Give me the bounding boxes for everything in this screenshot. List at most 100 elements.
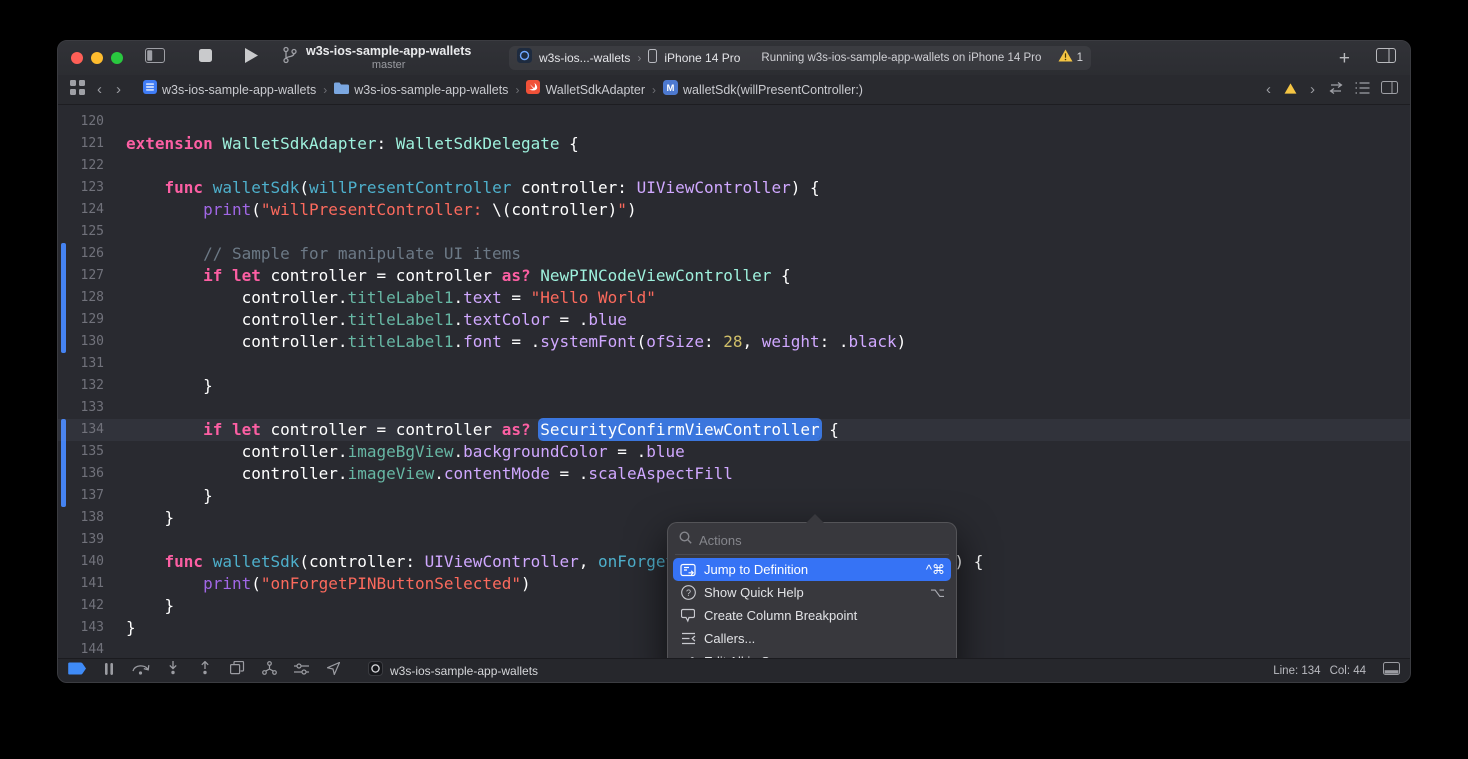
breakpoints-toggle-button[interactable] bbox=[67, 662, 86, 680]
line-number[interactable]: 137 bbox=[58, 485, 104, 507]
zoom-window-button[interactable] bbox=[111, 52, 123, 64]
line-number[interactable]: 124 bbox=[58, 199, 104, 221]
line-number[interactable]: 132 bbox=[58, 375, 104, 397]
minimize-window-button[interactable] bbox=[91, 52, 103, 64]
code-line[interactable]: 122 bbox=[58, 155, 1410, 177]
line-number[interactable]: 143 bbox=[58, 617, 104, 639]
menu-item-jump-to-definition[interactable]: Jump to Definition ^⌘ bbox=[673, 558, 951, 581]
code-line[interactable]: 126 // Sample for manipulate UI items bbox=[58, 243, 1410, 265]
stop-button[interactable] bbox=[199, 49, 212, 67]
code-line[interactable]: 130 controller.titleLabel1.font = .syste… bbox=[58, 331, 1410, 353]
line-number[interactable]: 138 bbox=[58, 507, 104, 529]
add-editor-tab-button[interactable]: + bbox=[1339, 49, 1350, 68]
column-indicator: Col: 44 bbox=[1329, 664, 1366, 677]
swift-file-icon bbox=[526, 80, 541, 99]
editor-layout-button[interactable] bbox=[1376, 48, 1396, 68]
warning-badge[interactable]: 1 bbox=[1058, 49, 1083, 67]
line-number[interactable]: 125 bbox=[58, 221, 104, 243]
code-line[interactable]: 133 bbox=[58, 397, 1410, 419]
selected-token[interactable]: SecurityConfirmViewController bbox=[540, 420, 820, 439]
adjust-editor-icon[interactable] bbox=[1355, 81, 1370, 99]
scheme-selector[interactable]: w3s-ios...-wallets bbox=[539, 51, 630, 65]
line-number[interactable]: 129 bbox=[58, 309, 104, 331]
menu-item-edit-all-in-scope[interactable]: Edit All in Scope bbox=[673, 650, 951, 658]
menu-item-show-quick-help[interactable]: ? Show Quick Help ⌥ bbox=[673, 581, 951, 604]
code-line[interactable]: 134 if let controller = controller as? S… bbox=[58, 419, 1410, 441]
code-line[interactable]: 128 controller.titleLabel1.text = "Hello… bbox=[58, 287, 1410, 309]
debug-view-hierarchy-button[interactable] bbox=[228, 660, 246, 680]
code-line[interactable]: 125 bbox=[58, 221, 1410, 243]
code-line[interactable]: 123 func walletSdk(willPresentController… bbox=[58, 177, 1410, 199]
line-number[interactable]: 144 bbox=[58, 639, 104, 658]
code-token: backgroundColor bbox=[463, 442, 608, 461]
code-token: print bbox=[203, 200, 252, 219]
toggle-debug-area-button[interactable] bbox=[1382, 661, 1400, 680]
environment-overrides-button[interactable] bbox=[292, 662, 310, 680]
simulate-location-button[interactable] bbox=[324, 660, 342, 680]
memory-graph-button[interactable] bbox=[260, 661, 278, 680]
menu-item-callers[interactable]: Callers... bbox=[673, 627, 951, 650]
method-icon: M bbox=[663, 79, 679, 100]
line-number[interactable]: 130 bbox=[58, 331, 104, 353]
toggle-navigator-button[interactable] bbox=[145, 48, 165, 68]
line-number[interactable]: 121 bbox=[58, 133, 104, 155]
memory-graph-icon bbox=[261, 661, 277, 680]
breadcrumb-item-group[interactable]: w3s-ios-sample-app-wallets bbox=[334, 81, 508, 99]
close-window-button[interactable] bbox=[71, 52, 83, 64]
code-review-icon[interactable] bbox=[1328, 81, 1344, 99]
line-number[interactable]: 135 bbox=[58, 441, 104, 463]
code-line[interactable]: 136 controller.imageView.contentMode = .… bbox=[58, 463, 1410, 485]
line-number[interactable]: 142 bbox=[58, 595, 104, 617]
code-token: " bbox=[617, 200, 627, 219]
line-number[interactable]: 136 bbox=[58, 463, 104, 485]
line-number[interactable]: 127 bbox=[58, 265, 104, 287]
line-number[interactable]: 120 bbox=[58, 111, 104, 133]
line-number[interactable]: 134 bbox=[58, 419, 104, 441]
code-line[interactable]: 120 bbox=[58, 111, 1410, 133]
line-number[interactable]: 140 bbox=[58, 551, 104, 573]
code-token: ( bbox=[251, 200, 261, 219]
code-token: willPresentController bbox=[309, 178, 512, 197]
pause-execution-button[interactable] bbox=[100, 662, 118, 680]
line-number[interactable]: 133 bbox=[58, 397, 104, 419]
related-items-button[interactable] bbox=[70, 79, 85, 100]
code-token: controller = controller bbox=[260, 266, 502, 285]
code-line[interactable]: 127 if let controller = controller as? N… bbox=[58, 265, 1410, 287]
source-editor[interactable]: 120 121 extension WalletSdkAdapter: Wallet… bbox=[58, 105, 1410, 658]
step-over-button[interactable] bbox=[132, 662, 150, 680]
code-line[interactable]: 137 } bbox=[58, 485, 1410, 507]
issue-warning-icon[interactable] bbox=[1284, 81, 1297, 99]
code-line[interactable]: 132 } bbox=[58, 375, 1410, 397]
code-line[interactable]: 121 extension WalletSdkAdapter: WalletSdk… bbox=[58, 133, 1410, 155]
step-out-button[interactable] bbox=[196, 660, 214, 680]
line-number[interactable]: 131 bbox=[58, 353, 104, 375]
code-token: ) { bbox=[790, 178, 820, 197]
actions-search-field[interactable]: Actions bbox=[673, 527, 951, 553]
go-back-button[interactable]: ‹ bbox=[95, 82, 104, 97]
breadcrumb-item-file[interactable]: WalletSdkAdapter bbox=[526, 80, 645, 99]
line-number[interactable]: 123 bbox=[58, 177, 104, 199]
step-into-button[interactable] bbox=[164, 661, 182, 680]
editor-split-icon[interactable] bbox=[1381, 80, 1398, 99]
code-line[interactable]: 135 controller.imageBgView.backgroundCol… bbox=[58, 441, 1410, 463]
line-number[interactable]: 139 bbox=[58, 529, 104, 551]
code-line[interactable]: 124 print("willPresentController: \(cont… bbox=[58, 199, 1410, 221]
go-forward-button[interactable]: › bbox=[114, 82, 123, 97]
line-number[interactable]: 122 bbox=[58, 155, 104, 177]
line-number[interactable]: 126 bbox=[58, 243, 104, 265]
run-destination[interactable]: iPhone 14 Pro bbox=[664, 51, 740, 65]
menu-item-create-column-breakpoint[interactable]: Create Column Breakpoint bbox=[673, 604, 951, 627]
breadcrumb-item-method[interactable]: M walletSdk(willPresentController:) bbox=[663, 79, 863, 100]
code-token: . bbox=[453, 442, 464, 461]
code-line[interactable]: 129 controller.titleLabel1.textColor = .… bbox=[58, 309, 1410, 331]
line-number[interactable]: 128 bbox=[58, 287, 104, 309]
next-issue-button[interactable]: › bbox=[1308, 82, 1317, 97]
code-line[interactable]: 131 bbox=[58, 353, 1410, 375]
line-number[interactable]: 141 bbox=[58, 573, 104, 595]
previous-issue-button[interactable]: ‹ bbox=[1264, 82, 1273, 97]
process-selector[interactable]: w3s-ios-sample-app-wallets bbox=[368, 660, 538, 681]
code-token: controller. bbox=[126, 288, 348, 307]
run-button[interactable] bbox=[245, 48, 258, 68]
breadcrumb-item-project[interactable]: w3s-ios-sample-app-wallets bbox=[143, 80, 316, 99]
